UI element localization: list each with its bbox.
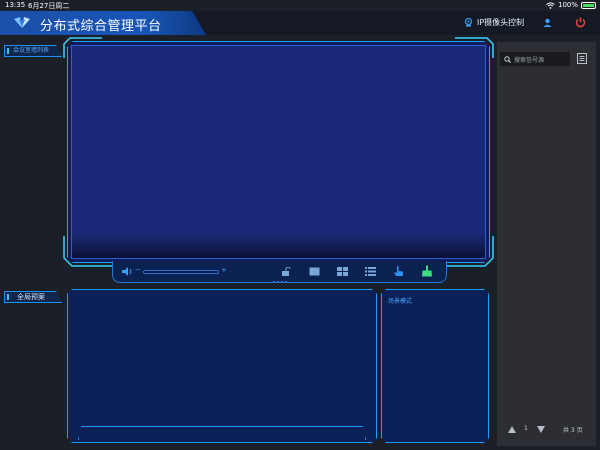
page-up-icon[interactable] [508,426,516,433]
camera-icon [464,18,473,27]
status-time: 13:35 [5,1,26,9]
volume-minus[interactable]: − [135,266,141,274]
tab-global-preview-label: 全局预案 [17,293,45,301]
pager: 1 共 3 页 [505,424,591,436]
app-header: 分布式综合管理平台 IP摄像头控制 [0,11,600,35]
status-date: 6月27日周二 [28,2,70,10]
search-placeholder: 搜索信号源 [514,56,545,64]
search-input[interactable]: 搜索信号源 [500,52,570,66]
power-icon[interactable] [575,17,586,28]
unlock-icon[interactable] [281,267,292,276]
app-title: 分布式综合管理平台 [40,19,162,34]
camera-control-button[interactable]: IP摄像头控制 [464,17,524,28]
signal-source-panel: 搜索信号源 1 共 3 页 [497,42,596,446]
wall-toolbar: − + [112,261,447,283]
wifi-icon [546,1,555,9]
tab-global-preview[interactable]: 全局预案 [4,291,62,303]
current-page: 1 [524,425,528,432]
page-dots [273,281,287,283]
preview-tab-bar [78,426,366,440]
status-right: 100% [546,1,596,9]
tab-meeting-wall-list-label: 会议室墙列表 [13,47,50,54]
battery-percent: 100% [557,1,578,9]
single-screen-icon[interactable] [309,267,320,276]
user-icon[interactable] [543,18,552,27]
scene-mode-panel[interactable]: 场景模式 [381,289,489,443]
tab-meeting-wall-list[interactable]: 会议室墙列表 [4,45,62,57]
camera-control-label: IP摄像头控制 [477,18,525,27]
total-pages: 共 3 页 [563,427,583,434]
logo-icon [14,17,30,28]
page-down-icon[interactable] [537,426,545,433]
scene-mode-label: 场景模式 [388,298,413,305]
clear-icon[interactable] [421,265,433,277]
search-icon [504,55,511,63]
quad-screen-icon[interactable] [337,267,348,276]
battery-icon [581,1,596,9]
volume-slider[interactable] [143,270,219,274]
document-list-icon[interactable] [577,53,587,64]
volume-icon[interactable] [122,267,133,276]
list-icon[interactable] [365,267,376,276]
main-frame-brackets [63,37,494,267]
global-preview-panel[interactable] [67,289,377,443]
status-bar: 13:35 6月27日周二 100% [0,0,600,11]
touch-icon[interactable] [393,265,405,277]
volume-plus[interactable]: + [221,266,227,274]
